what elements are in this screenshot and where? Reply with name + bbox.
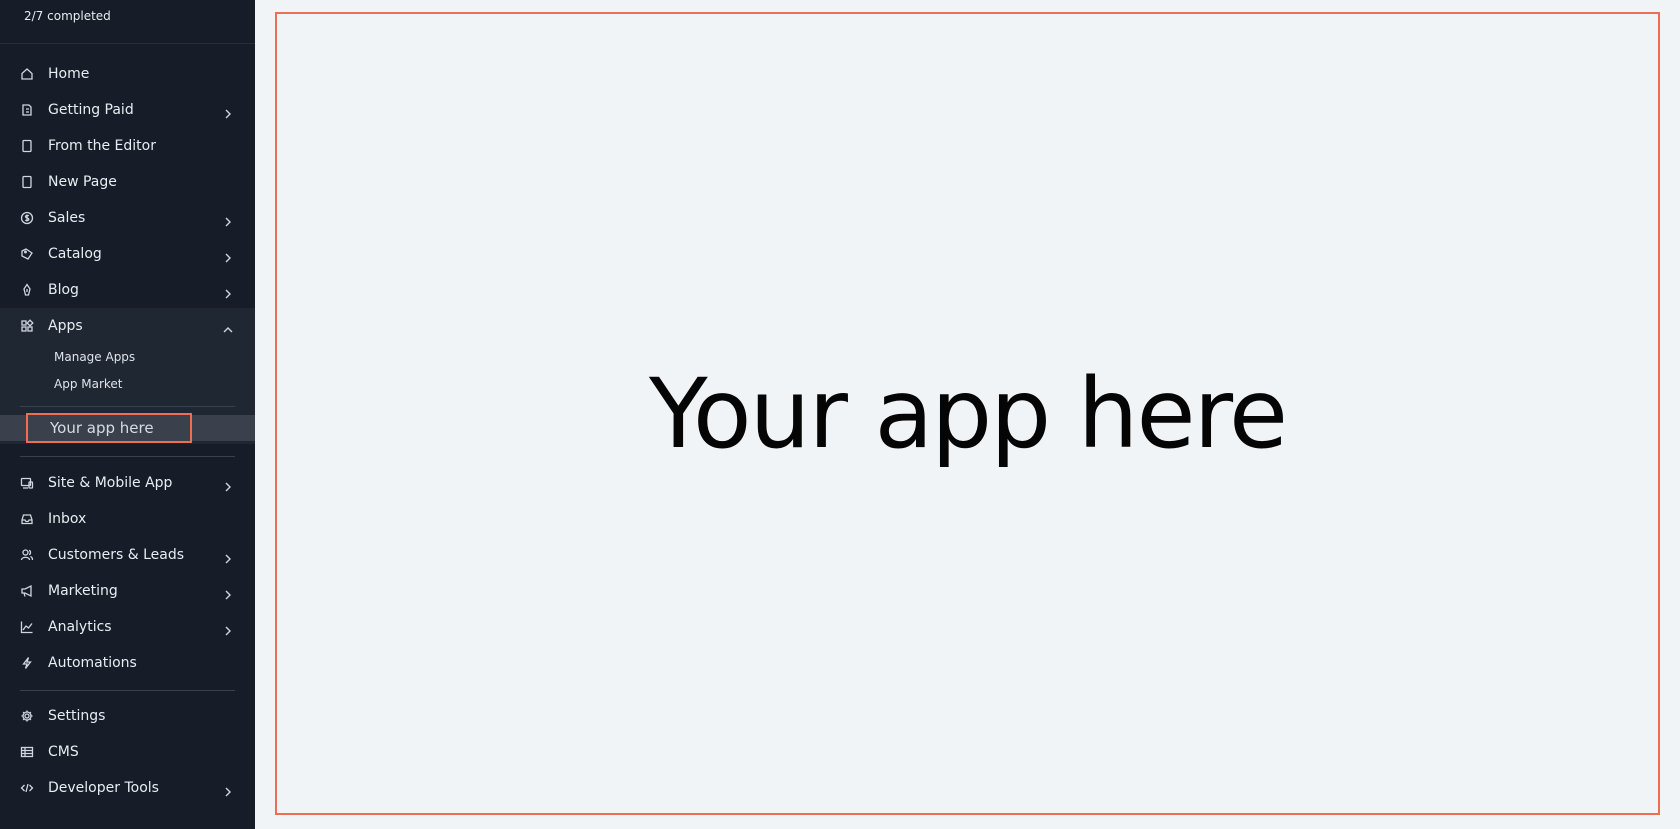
chevron-right-icon — [223, 549, 233, 564]
table-icon — [20, 745, 34, 759]
dollar-icon — [20, 211, 34, 225]
inbox-icon — [20, 512, 34, 526]
sidebar-item-label: Catalog — [48, 246, 102, 262]
pen-icon — [20, 283, 34, 297]
people-icon — [20, 548, 34, 562]
sidebar-item-label: Analytics — [48, 619, 112, 635]
divider — [20, 690, 235, 691]
tag-icon — [20, 247, 34, 261]
chevron-up-icon — [223, 320, 233, 333]
megaphone-icon — [20, 584, 34, 598]
sidebar-item-automations[interactable]: Automations — [0, 645, 255, 681]
sidebar-item-label: Sales — [48, 210, 86, 226]
sidebar-item-label: Home — [48, 66, 90, 82]
sidebar-subitem-app-market[interactable]: App Market — [54, 377, 123, 391]
sidebar-item-label: Settings — [48, 708, 106, 724]
sidebar-item-label: Blog — [48, 282, 79, 298]
sidebar-item-label: Developer Tools — [48, 780, 159, 796]
divider — [0, 43, 255, 44]
sidebar-item-inbox[interactable]: Inbox — [0, 501, 255, 537]
page-icon — [20, 139, 34, 153]
sidebar-item-new-page[interactable]: New Page — [0, 164, 255, 200]
sidebar-item-home[interactable]: Home — [0, 56, 255, 92]
sidebar: 2/7 completed Home Getting Paid From the… — [0, 0, 255, 829]
divider — [20, 406, 235, 407]
payment-icon — [20, 103, 34, 117]
sidebar-item-cms[interactable]: CMS — [0, 734, 255, 770]
chevron-right-icon — [223, 621, 233, 636]
sidebar-item-apps[interactable]: Apps — [0, 308, 255, 344]
bolt-icon — [20, 656, 34, 670]
sidebar-item-developer-tools[interactable]: Developer Tools — [0, 770, 255, 806]
chevron-right-icon — [223, 585, 233, 600]
apps-icon — [20, 319, 34, 333]
code-icon — [20, 781, 34, 795]
sidebar-item-from-editor[interactable]: From the Editor — [0, 128, 255, 164]
chevron-right-icon — [223, 284, 233, 299]
sidebar-item-analytics[interactable]: Analytics — [0, 609, 255, 645]
chevron-right-icon — [223, 782, 233, 797]
sidebar-item-label: Getting Paid — [48, 102, 134, 118]
sidebar-item-label: Inbox — [48, 511, 87, 527]
sidebar-item-label: Apps — [48, 318, 83, 334]
sidebar-item-label: Customers & Leads — [48, 547, 185, 563]
devices-icon — [20, 476, 34, 490]
sidebar-item-label: Site & Mobile App — [48, 475, 173, 491]
chevron-right-icon — [223, 212, 233, 227]
app-canvas: Your app here — [275, 12, 1660, 815]
sidebar-item-settings[interactable]: Settings — [0, 698, 255, 734]
chevron-right-icon — [223, 477, 233, 492]
sidebar-subitem-manage-apps[interactable]: Manage Apps — [54, 350, 135, 364]
gear-icon — [20, 709, 34, 723]
sidebar-item-blog[interactable]: Blog — [0, 272, 255, 308]
chart-icon — [20, 620, 34, 634]
sidebar-item-label: Automations — [48, 655, 137, 671]
setup-progress: 2/7 completed — [24, 9, 111, 23]
sidebar-item-label: CMS — [48, 744, 79, 760]
sidebar-item-your-app[interactable]: Your app here — [26, 413, 192, 443]
sidebar-item-marketing[interactable]: Marketing — [0, 573, 255, 609]
divider — [20, 456, 235, 457]
sidebar-item-customers[interactable]: Customers & Leads — [0, 537, 255, 573]
sidebar-item-label: Marketing — [48, 583, 118, 599]
chevron-right-icon — [223, 248, 233, 263]
page-title: Your app here — [649, 357, 1288, 470]
sidebar-item-catalog[interactable]: Catalog — [0, 236, 255, 272]
home-icon — [20, 67, 34, 81]
sidebar-item-label: From the Editor — [48, 138, 156, 154]
sidebar-item-site-mobile[interactable]: Site & Mobile App — [0, 465, 255, 501]
chevron-right-icon — [223, 104, 233, 119]
sidebar-item-getting-paid[interactable]: Getting Paid — [0, 92, 255, 128]
sidebar-item-label: New Page — [48, 174, 117, 190]
page-icon — [20, 175, 34, 189]
sidebar-item-sales[interactable]: Sales — [0, 200, 255, 236]
